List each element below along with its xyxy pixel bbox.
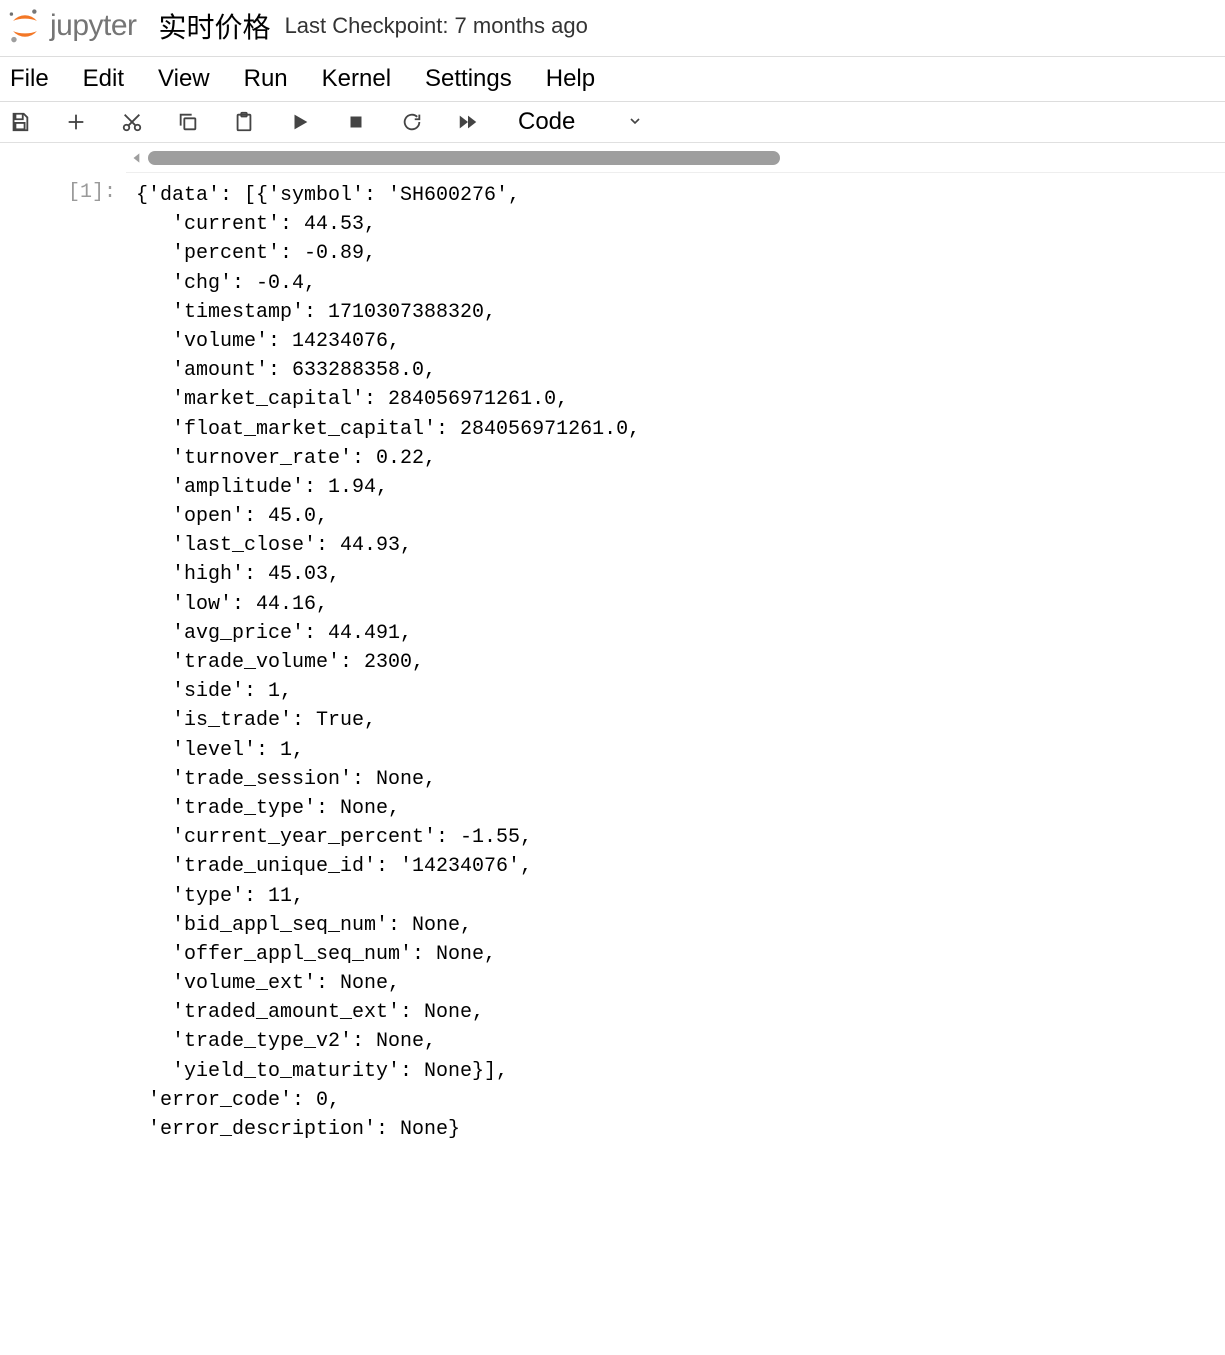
paste-button[interactable]: [230, 108, 258, 136]
stop-button[interactable]: [342, 108, 370, 136]
menu-edit[interactable]: Edit: [83, 65, 124, 93]
run-button[interactable]: [286, 108, 314, 136]
logo-text: jupyter: [50, 9, 137, 43]
menu-file[interactable]: File: [10, 65, 49, 93]
cut-button[interactable]: [118, 108, 146, 136]
jupyter-logo-icon: [8, 9, 42, 43]
output-cell: [1]: {'data': [{'symbol': 'SH600276', 'c…: [0, 173, 1225, 1144]
scrollbar-thumb[interactable]: [148, 151, 780, 165]
checkpoint-text: Last Checkpoint: 7 months ago: [285, 13, 588, 39]
logo[interactable]: jupyter: [8, 9, 137, 43]
menubar: File Edit View Run Kernel Settings Help: [0, 57, 1225, 102]
save-button[interactable]: [6, 108, 34, 136]
celltype-selected: Code: [518, 108, 575, 136]
gutter: [0, 143, 126, 173]
menu-help[interactable]: Help: [546, 65, 595, 93]
notebook-column: [126, 143, 1225, 173]
horizontal-scrollbar[interactable]: [126, 143, 1225, 173]
menu-view[interactable]: View: [158, 65, 210, 93]
notebook-title[interactable]: 实时价格: [159, 6, 271, 46]
work-area: [0, 143, 1225, 173]
celltype-select[interactable]: Code: [518, 108, 643, 136]
cell-prompt: [1]:: [0, 181, 126, 1144]
add-cell-button[interactable]: [62, 108, 90, 136]
menu-settings[interactable]: Settings: [425, 65, 512, 93]
header: jupyter 实时价格 Last Checkpoint: 7 months a…: [0, 0, 1225, 57]
chevron-down-icon: [627, 108, 643, 136]
cell-output[interactable]: {'data': [{'symbol': 'SH600276', 'curren…: [126, 181, 1225, 1144]
scroll-left-arrow-icon[interactable]: [126, 151, 148, 165]
menu-kernel[interactable]: Kernel: [322, 65, 391, 93]
menu-run[interactable]: Run: [244, 65, 288, 93]
restart-button[interactable]: [398, 108, 426, 136]
toolbar: Code: [0, 102, 1225, 143]
copy-button[interactable]: [174, 108, 202, 136]
scrollbar-track[interactable]: [148, 151, 1219, 165]
fast-forward-button[interactable]: [454, 108, 482, 136]
